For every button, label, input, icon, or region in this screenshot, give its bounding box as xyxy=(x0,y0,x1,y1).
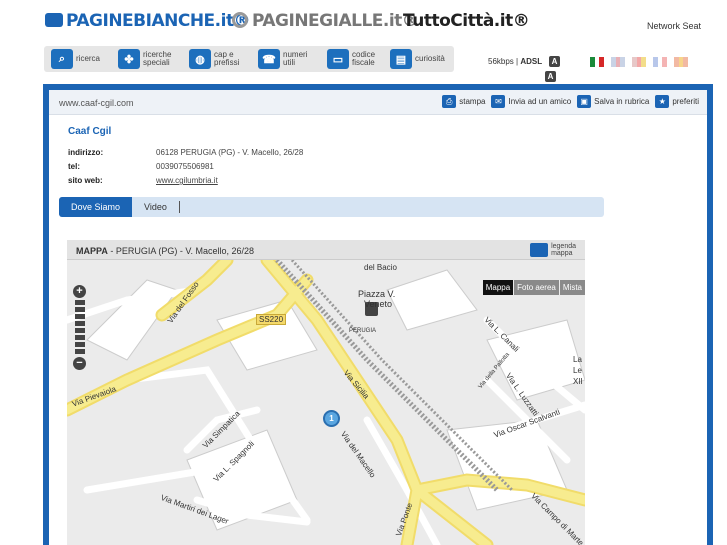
nav-ricerche-speciali[interactable]: ✤ ricerche speciali xyxy=(118,49,171,69)
mode-mista[interactable]: Mista xyxy=(559,280,585,295)
mode-mappa[interactable]: Mappa xyxy=(482,280,514,295)
actions-toolbar: ⎙ stampa ✉ Invia ad un amico ▣ Salva in rub… xyxy=(442,95,699,108)
address-key: indirizzo: xyxy=(68,148,104,157)
nav-curiosita[interactable]: ▤ curiosità xyxy=(390,49,445,69)
content-panel: www.caaf-cgil.com ⎙ stampa ✉ Invia ad un a… xyxy=(49,90,707,545)
zoom-out-button[interactable]: − xyxy=(73,357,86,370)
zoom-in-button[interactable]: + xyxy=(73,285,86,298)
map-streets xyxy=(67,260,585,545)
legend-icon xyxy=(530,243,549,257)
zoom-level-bar[interactable] xyxy=(74,307,85,312)
paginegialle-icon xyxy=(232,12,248,28)
content-frame: www.caaf-cgil.com ⎙ stampa ✉ Invia ad un a… xyxy=(43,84,713,545)
accessibility-badge-alt[interactable]: A xyxy=(545,71,556,82)
globe-icon: ◍ xyxy=(189,49,211,69)
flag-stripe xyxy=(641,57,647,67)
listing-title: Caaf Cgil xyxy=(68,126,112,137)
accessibility-badge[interactable]: A xyxy=(549,56,560,67)
print-action[interactable]: ⎙ stampa xyxy=(442,95,485,108)
website-url[interactable]: www.caaf-cgil.com xyxy=(59,98,134,108)
favorites-action[interactable]: ★ preferiti xyxy=(655,95,699,108)
save-icon: ▣ xyxy=(577,95,592,108)
url-bar: www.caaf-cgil.com ⎙ stampa ✉ Invia ad un a… xyxy=(49,90,707,115)
es-flag[interactable] xyxy=(674,57,689,67)
info-icon: ▤ xyxy=(390,49,412,69)
top-brand-bar: PAGINEBIANCHE.it® PAGINEGIALLE.it® Tutto… xyxy=(0,0,727,44)
zoom-level-bar[interactable] xyxy=(74,300,85,305)
map-label: Veneto xyxy=(364,299,393,309)
map-label: La xyxy=(573,355,582,364)
mode-foto-aerea[interactable]: Foto aerea xyxy=(514,280,559,295)
nav-numeri-utili[interactable]: ☎ numeri utili xyxy=(258,49,307,69)
en-flag[interactable] xyxy=(611,57,626,67)
it-flag[interactable] xyxy=(590,57,605,67)
website-link[interactable]: www.cgilumbria.it xyxy=(156,174,218,188)
language-flags xyxy=(590,57,689,67)
network-link[interactable]: Network Seat xyxy=(647,21,701,31)
nav-cap-prefissi[interactable]: ◍ cap e prefissi xyxy=(189,49,239,69)
map-label: PERUGIA xyxy=(349,328,377,334)
zoom-level-bar[interactable] xyxy=(74,342,85,347)
search-icon: ⌕ xyxy=(51,49,73,69)
road-shield: SS220 xyxy=(256,314,287,325)
flag-stripe xyxy=(662,57,668,67)
send-friend-action[interactable]: ✉ Invia ad un amico xyxy=(491,95,571,108)
address-value: 06128 PERUGIA (PG) - V. Macello, 26/28 xyxy=(156,148,304,157)
flag-stripe xyxy=(683,57,689,67)
main-nav: ⌕ ricerca ✤ ricerche speciali ◍ cap e prefi… xyxy=(44,46,454,72)
paginegialle-logo[interactable]: PAGINEGIALLE.it® xyxy=(232,11,419,31)
map-label: Piazza V. xyxy=(358,289,396,299)
zoom-level-bar[interactable] xyxy=(74,314,85,319)
zoom-control: + − xyxy=(73,285,86,385)
flag-stripe xyxy=(620,57,626,67)
fr-flag[interactable] xyxy=(653,57,668,67)
save-contact-action[interactable]: ▣ Salva in rubrica xyxy=(577,95,649,108)
clover-icon: ✤ xyxy=(118,49,140,69)
map-mode-switch: Mappa Foto aerea Mista xyxy=(482,280,585,295)
flag-stripe xyxy=(599,57,605,67)
map-canvas[interactable]: Mappa Foto aerea Mista + − SS220 1 del B… xyxy=(67,260,585,545)
paginebianche-icon xyxy=(45,13,63,27)
zoom-level-bar[interactable] xyxy=(74,349,85,354)
mail-icon: ✉ xyxy=(491,95,506,108)
printer-icon: ⎙ xyxy=(442,95,457,108)
map-title: MAPPA - PERUGIA (PG) - V. Macello, 26/28 xyxy=(76,246,255,256)
star-icon: ★ xyxy=(655,95,670,108)
zoom-level-bar[interactable] xyxy=(74,321,85,326)
tab-video[interactable]: Video xyxy=(132,197,179,217)
paginebianche-logo[interactable]: PAGINEBIANCHE.it® xyxy=(45,11,251,31)
nav-ricerca[interactable]: ⌕ ricerca xyxy=(51,49,100,69)
de-flag[interactable] xyxy=(632,57,647,67)
map-header: MAPPA - PERUGIA (PG) - V. Macello, 26/28… xyxy=(67,240,585,260)
map-panel: MAPPA - PERUGIA (PG) - V. Macello, 26/28… xyxy=(67,240,585,545)
map-label: del Bacio xyxy=(364,263,397,272)
website-key: sito web: xyxy=(68,176,103,185)
map-label: XII xyxy=(573,377,583,386)
map-label: Le xyxy=(573,366,582,375)
nav-codice-fiscale[interactable]: ▭ codice fiscale xyxy=(327,49,375,69)
tab-dove-siamo[interactable]: Dove Siamo xyxy=(59,197,133,217)
tab-bar: Dove Siamo Video xyxy=(59,197,604,217)
tab-divider xyxy=(178,201,180,213)
zoom-level-bar[interactable] xyxy=(74,335,85,340)
location-pin[interactable]: 1 xyxy=(323,410,340,427)
zoom-level-bar[interactable] xyxy=(74,328,85,333)
connection-speed[interactable]: 56kbps | ADSL xyxy=(488,57,542,66)
phone-icon: ☎ xyxy=(258,49,280,69)
phone-value: 0039075506981 xyxy=(156,162,214,171)
card-icon: ▭ xyxy=(327,49,349,69)
map-legend-button[interactable]: legenda mappa xyxy=(530,243,576,257)
tuttocitta-logo[interactable]: TuttoCittà.it® xyxy=(403,11,530,31)
phone-key: tel: xyxy=(68,162,80,171)
